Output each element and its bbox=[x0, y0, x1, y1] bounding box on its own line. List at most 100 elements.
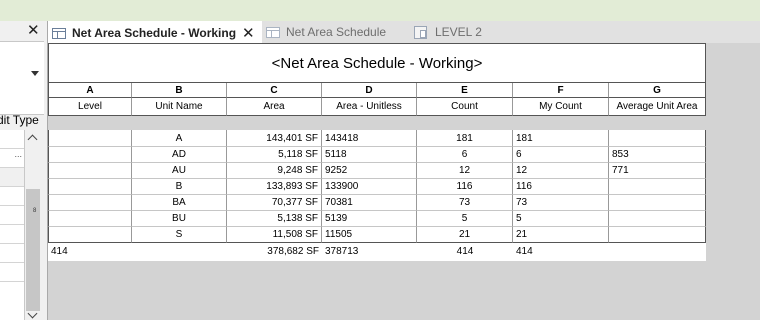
cell-count[interactable]: 116 bbox=[417, 179, 513, 195]
properties-grid: ... bbox=[0, 130, 25, 320]
view-background bbox=[706, 43, 760, 320]
cell-area-unitless[interactable]: 5118 bbox=[322, 147, 417, 163]
cell-area[interactable]: 11,508 SF bbox=[227, 227, 322, 243]
cell-level[interactable] bbox=[48, 147, 132, 163]
cell-my-count[interactable]: 116 bbox=[513, 179, 609, 195]
cell-my-count[interactable]: 6 bbox=[513, 147, 609, 163]
property-row[interactable] bbox=[0, 263, 24, 282]
cell-unit-name[interactable]: A bbox=[132, 130, 227, 147]
property-row[interactable] bbox=[0, 244, 24, 263]
cell-area-unitless[interactable]: 70381 bbox=[322, 195, 417, 211]
cell-area[interactable]: 70,377 SF bbox=[227, 195, 322, 211]
total-level[interactable]: 414 bbox=[48, 244, 132, 259]
cell-area[interactable]: 9,248 SF bbox=[227, 163, 322, 179]
cell-count[interactable]: 12 bbox=[417, 163, 513, 179]
cell-unit-name[interactable]: BA bbox=[132, 195, 227, 211]
cell-count[interactable]: 21 bbox=[417, 227, 513, 243]
total-count[interactable]: 414 bbox=[417, 244, 513, 259]
cell-level[interactable] bbox=[48, 179, 132, 195]
total-area-unitless[interactable]: 378713 bbox=[322, 244, 417, 259]
cell-average-unit-area[interactable] bbox=[609, 211, 706, 227]
schedule-title[interactable]: <Net Area Schedule - Working> bbox=[48, 43, 706, 83]
cell-level[interactable] bbox=[48, 227, 132, 243]
cell-area[interactable]: 133,893 SF bbox=[227, 179, 322, 195]
column-letter-level[interactable]: A bbox=[48, 83, 132, 98]
ribbon-strip bbox=[0, 0, 760, 22]
column-letter-unit-name[interactable]: B bbox=[132, 83, 227, 98]
cell-level[interactable] bbox=[48, 163, 132, 179]
cell-level[interactable] bbox=[48, 130, 132, 147]
tab-level-2[interactable]: LEVEL 2 bbox=[410, 21, 510, 43]
tab-label: LEVEL 2 bbox=[435, 25, 482, 39]
properties-panel: ✕ dit Type ... 8 bbox=[0, 21, 48, 320]
scroll-marker: 8 bbox=[33, 208, 37, 214]
cell-area-unitless[interactable]: 143418 bbox=[322, 130, 417, 147]
table-row: BU 5,138 SF 5139 5 5 bbox=[48, 211, 706, 227]
type-selector[interactable] bbox=[0, 41, 44, 115]
cell-average-unit-area[interactable] bbox=[609, 195, 706, 211]
schedule-icon bbox=[52, 27, 66, 39]
column-letter-average-unit-area[interactable]: G bbox=[609, 83, 706, 98]
cell-count[interactable]: 181 bbox=[417, 130, 513, 147]
close-icon[interactable]: ✕ bbox=[242, 24, 255, 42]
cell-average-unit-area[interactable]: 771 bbox=[609, 163, 706, 179]
column-header-my-count[interactable]: My Count bbox=[513, 98, 609, 116]
cell-my-count[interactable]: 73 bbox=[513, 195, 609, 211]
cell-average-unit-area[interactable] bbox=[609, 227, 706, 243]
cell-unit-name[interactable]: BU bbox=[132, 211, 227, 227]
chevron-down-icon[interactable] bbox=[31, 71, 39, 76]
cell-unit-name[interactable]: AU bbox=[132, 163, 227, 179]
column-header-area-unitless[interactable]: Area - Unitless bbox=[322, 98, 417, 116]
column-header-unit-name[interactable]: Unit Name bbox=[132, 98, 227, 116]
column-header-average-unit-area[interactable]: Average Unit Area bbox=[609, 98, 706, 116]
cell-my-count[interactable]: 181 bbox=[513, 130, 609, 147]
cell-level[interactable] bbox=[48, 195, 132, 211]
column-letter-my-count[interactable]: F bbox=[513, 83, 609, 98]
cell-my-count[interactable]: 5 bbox=[513, 211, 609, 227]
cell-my-count[interactable]: 12 bbox=[513, 163, 609, 179]
property-row[interactable] bbox=[0, 206, 24, 225]
cell-unit-name[interactable]: S bbox=[132, 227, 227, 243]
cell-average-unit-area[interactable] bbox=[609, 130, 706, 147]
cell-level[interactable] bbox=[48, 211, 132, 227]
property-row[interactable] bbox=[0, 187, 24, 206]
column-letter-area-unitless[interactable]: D bbox=[322, 83, 417, 98]
close-icon[interactable]: ✕ bbox=[27, 23, 40, 39]
table-row: S 11,508 SF 11505 21 21 bbox=[48, 227, 706, 243]
cell-count[interactable]: 5 bbox=[417, 211, 513, 227]
cell-area-unitless[interactable]: 133900 bbox=[322, 179, 417, 195]
tab-net-area-schedule[interactable]: Net Area Schedule bbox=[262, 21, 410, 43]
column-header-area[interactable]: Area bbox=[227, 98, 322, 116]
schedule-view: <Net Area Schedule - Working> A B C D E F G Lev… bbox=[48, 43, 706, 320]
property-row[interactable] bbox=[0, 130, 24, 149]
cell-area-unitless[interactable]: 9252 bbox=[322, 163, 417, 179]
table-row: A 143,401 SF 143418 181 181 bbox=[48, 130, 706, 147]
totals-row: 414 378,682 SF 378713 414 414 bbox=[48, 244, 706, 259]
cell-area[interactable]: 143,401 SF bbox=[227, 130, 322, 147]
cell-unit-name[interactable]: B bbox=[132, 179, 227, 195]
cell-area[interactable]: 5,138 SF bbox=[227, 211, 322, 227]
total-average-unit-area[interactable] bbox=[609, 244, 706, 259]
tab-label: Net Area Schedule - Working bbox=[72, 26, 237, 40]
total-area[interactable]: 378,682 SF bbox=[227, 244, 322, 259]
column-header-level[interactable]: Level bbox=[48, 98, 132, 116]
cell-unit-name[interactable]: AD bbox=[132, 147, 227, 163]
property-row[interactable]: ... bbox=[0, 149, 24, 168]
header-separator bbox=[48, 116, 706, 130]
column-letter-count[interactable]: E bbox=[417, 83, 513, 98]
total-my-count[interactable]: 414 bbox=[513, 244, 609, 259]
cell-average-unit-area[interactable] bbox=[609, 179, 706, 195]
column-letter-area[interactable]: C bbox=[227, 83, 322, 98]
cell-average-unit-area[interactable]: 853 bbox=[609, 147, 706, 163]
property-row[interactable] bbox=[0, 225, 24, 244]
cell-area-unitless[interactable]: 5139 bbox=[322, 211, 417, 227]
total-unit-name[interactable] bbox=[132, 244, 227, 259]
column-header-count[interactable]: Count bbox=[417, 98, 513, 116]
cell-my-count[interactable]: 21 bbox=[513, 227, 609, 243]
edit-type-button[interactable]: dit Type bbox=[0, 113, 39, 127]
cell-area[interactable]: 5,118 SF bbox=[227, 147, 322, 163]
cell-area-unitless[interactable]: 11505 bbox=[322, 227, 417, 243]
tab-net-area-schedule-working[interactable]: Net Area Schedule - Working ✕ bbox=[48, 21, 262, 43]
cell-count[interactable]: 73 bbox=[417, 195, 513, 211]
cell-count[interactable]: 6 bbox=[417, 147, 513, 163]
